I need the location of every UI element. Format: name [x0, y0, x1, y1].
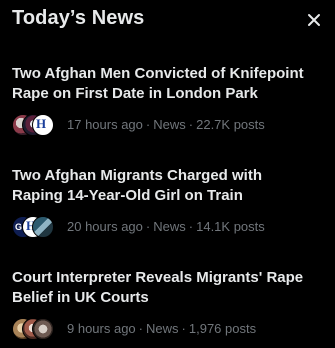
- news-item[interactable]: Two Afghan Men Convicted of Knifepoint R…: [12, 64, 324, 139]
- news-headline: Court Interpreter Reveals Migrants' Rape…: [12, 269, 304, 306]
- meta-separator: ·: [138, 321, 144, 336]
- panel-header: Today’s News: [0, 0, 335, 44]
- close-button[interactable]: [306, 12, 322, 28]
- news-category: News: [153, 219, 186, 234]
- news-time: 20 hours ago: [67, 219, 143, 234]
- news-headline: Two Afghan Men Convicted of Knifepoint R…: [12, 65, 304, 102]
- news-meta: 17 hours ago · News · 22.7K posts: [67, 117, 265, 132]
- meta-separator: ·: [188, 219, 194, 234]
- news-post-count: 1,976 posts: [188, 321, 257, 336]
- news-meta: 9 hours ago · News · 1,976 posts: [67, 321, 256, 336]
- avatar-stack: GB H: [12, 215, 60, 241]
- news-item[interactable]: Court Interpreter Reveals Migrants' Rape…: [12, 268, 324, 343]
- meta-separator: ·: [188, 117, 194, 132]
- panel-title: Today’s News: [12, 7, 145, 29]
- news-category: News: [146, 321, 179, 336]
- news-item[interactable]: Two Afghan Migrants Charged with Raping …: [12, 166, 324, 241]
- avatar: [32, 216, 54, 238]
- close-icon: [308, 14, 320, 26]
- news-post-count: 14.1K posts: [196, 219, 265, 234]
- news-meta-row: 9 hours ago · News · 1,976 posts: [12, 317, 324, 343]
- meta-separator: ·: [145, 219, 151, 234]
- news-meta: 20 hours ago · News · 14.1K posts: [67, 219, 265, 234]
- news-time: 9 hours ago: [67, 321, 136, 336]
- news-post-count: 22.7K posts: [196, 117, 265, 132]
- meta-separator: ·: [145, 117, 151, 132]
- news-headline: Two Afghan Migrants Charged with Raping …: [12, 167, 262, 204]
- avatar-stack: [12, 317, 60, 343]
- todays-news-panel: Today’s News Two Afghan Men Convicted of…: [0, 0, 335, 348]
- avatar: H: [32, 114, 54, 136]
- news-category: News: [153, 117, 186, 132]
- meta-separator: ·: [181, 321, 186, 336]
- avatar: [32, 318, 54, 340]
- news-meta-row: H 17 hours ago · News · 22.7K posts: [12, 113, 324, 139]
- news-time: 17 hours ago: [67, 117, 143, 132]
- avatar-stack: H: [12, 113, 60, 139]
- news-meta-row: GB H 20 hours ago·News·14.1K posts: [12, 215, 324, 241]
